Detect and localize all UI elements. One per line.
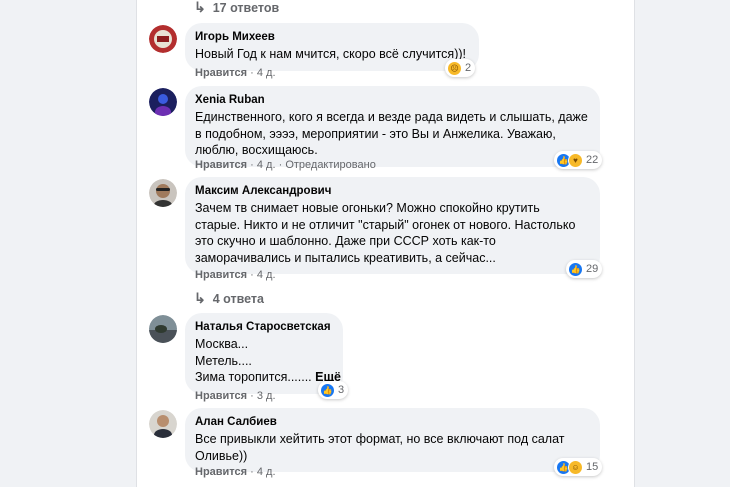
avatar-image xyxy=(149,410,177,438)
comment-line: Оливье)) xyxy=(195,448,248,463)
replies-count-label: 4 ответа xyxy=(212,291,264,306)
view-replies-link[interactable]: ↳ 17 ответов xyxy=(194,0,279,16)
comment-actions: Нравится · 4 д. · Отредактировано xyxy=(195,159,376,171)
reaction-summary[interactable]: 👍 29 xyxy=(566,260,603,278)
comment-bubble: Наталья Старосветская Москва... Метель..… xyxy=(185,313,343,394)
comment-author[interactable]: Максим Александрович xyxy=(195,184,588,198)
comment-bubble: Алан Салбиев Все привыкли хейтить этот ф… xyxy=(185,408,600,472)
comment-text: Все привыкли хейтить этот формат, но все… xyxy=(195,431,588,464)
reaction-summary[interactable]: 👍 ☺ 15 xyxy=(554,458,603,476)
view-replies-link[interactable]: ↳ 4 ответа xyxy=(194,290,264,307)
reaction-icons: 👍 ♥ xyxy=(556,152,583,168)
avatar[interactable] xyxy=(149,410,177,438)
sad-reaction-icon: ☹ xyxy=(447,60,462,76)
comment-line: Все привыкли хейтить этот формат, но все… xyxy=(195,432,565,446)
comment-line: в подобном, ээээ, мероприятии - это Вы и… xyxy=(195,126,556,141)
comment-actions: Нравится · 3 д. xyxy=(195,390,276,402)
avatar-image xyxy=(149,179,177,207)
comment-text: Зачем тв снимает новые огоньки? Можно сп… xyxy=(195,200,588,266)
like-button[interactable]: Нравится xyxy=(195,159,247,171)
reaction-icons: 👍 xyxy=(568,261,583,277)
like-button[interactable]: Нравится xyxy=(195,67,247,79)
comment-time[interactable]: 4 д. xyxy=(257,269,276,281)
avatar[interactable] xyxy=(149,315,177,343)
avatar[interactable] xyxy=(149,88,177,116)
comment-actions: Нравится · 4 д. xyxy=(195,269,276,281)
edited-label[interactable]: Отредактировано xyxy=(285,159,376,171)
comment-time[interactable]: 3 д. xyxy=(257,390,276,402)
reply-arrow-icon: ↳ xyxy=(194,0,206,15)
avatar[interactable] xyxy=(149,25,177,53)
comment-line: это скучно и шаблонно. Даже при СССР хот… xyxy=(195,234,496,248)
comment-actions: Нравится · 4 д. xyxy=(195,67,276,79)
comment-bubble: Xenia Ruban Единственного, кого я всегда… xyxy=(185,86,600,167)
comments-feed: ↳ 17 ответов Игорь Михеев Новый Год к на… xyxy=(136,0,635,487)
comment-line: Единственного, кого я всегда и везде рад… xyxy=(195,110,588,124)
comment-line: Зима торопится....... xyxy=(195,370,312,384)
avatar-image xyxy=(149,25,177,53)
comment-line: Новый Год к нам мчится, скоро всё случит… xyxy=(195,47,466,61)
reaction-count: 29 xyxy=(586,263,599,275)
reaction-count: 22 xyxy=(586,154,599,166)
comment-text: Москва... Метель.... Зима торопится.....… xyxy=(195,336,341,386)
comment-actions: Нравится · 4 д. xyxy=(195,466,276,478)
avatar-image xyxy=(149,315,177,343)
comment-line: люблю, восхищаюсь. xyxy=(195,143,318,157)
reaction-summary[interactable]: 👍 ♥ 22 xyxy=(554,151,603,169)
reaction-summary[interactable]: ☹ 2 xyxy=(445,59,476,77)
comment-text: Единственного, кого я всегда и везде рад… xyxy=(195,109,588,159)
comment-author[interactable]: Наталья Старосветская xyxy=(195,320,331,334)
like-button[interactable]: Нравится xyxy=(195,269,247,281)
comment-time[interactable]: 4 д. xyxy=(257,67,276,79)
comment-time[interactable]: 4 д. xyxy=(257,466,276,478)
reaction-count: 15 xyxy=(586,461,599,473)
reaction-icons: ☹ xyxy=(447,60,462,76)
reaction-count: 2 xyxy=(465,62,472,74)
comment-bubble: Игорь Михеев Новый Год к нам мчится, ско… xyxy=(185,23,479,71)
comment-text: Новый Год к нам мчится, скоро всё случит… xyxy=(195,46,467,63)
comment-bubble: Максим Александрович Зачем тв снимает но… xyxy=(185,177,600,274)
comment-line: старые. Никто и не отличит "старый" огон… xyxy=(195,217,576,232)
comment-line: Зачем тв снимает новые огоньки? Можно сп… xyxy=(195,201,540,215)
reaction-count: 3 xyxy=(338,384,345,396)
avatar-image xyxy=(149,88,177,116)
comment-author[interactable]: Игорь Михеев xyxy=(195,30,467,44)
comment-line: Москва... xyxy=(195,337,249,351)
care-reaction-icon: ♥ xyxy=(568,152,583,168)
avatar[interactable] xyxy=(149,179,177,207)
replies-count-label: 17 ответов xyxy=(212,0,280,15)
wow-reaction-icon: ☺ xyxy=(568,459,583,475)
like-reaction-icon: 👍 xyxy=(320,382,335,398)
comment-time[interactable]: 4 д. xyxy=(257,159,276,171)
like-button[interactable]: Нравится xyxy=(195,390,247,402)
reaction-summary[interactable]: 👍 3 xyxy=(318,381,349,399)
comment-line: заморачивались и пытались креативить, а … xyxy=(195,250,496,265)
comment-author[interactable]: Алан Салбиев xyxy=(195,415,588,429)
reaction-icons: 👍 xyxy=(320,382,335,398)
like-button[interactable]: Нравится xyxy=(195,466,247,478)
reaction-icons: 👍 ☺ xyxy=(556,459,583,475)
like-reaction-icon: 👍 xyxy=(568,261,583,277)
comment-author[interactable]: Xenia Ruban xyxy=(195,93,588,107)
comment-line: Метель.... xyxy=(195,353,252,368)
reply-arrow-icon: ↳ xyxy=(194,290,206,306)
